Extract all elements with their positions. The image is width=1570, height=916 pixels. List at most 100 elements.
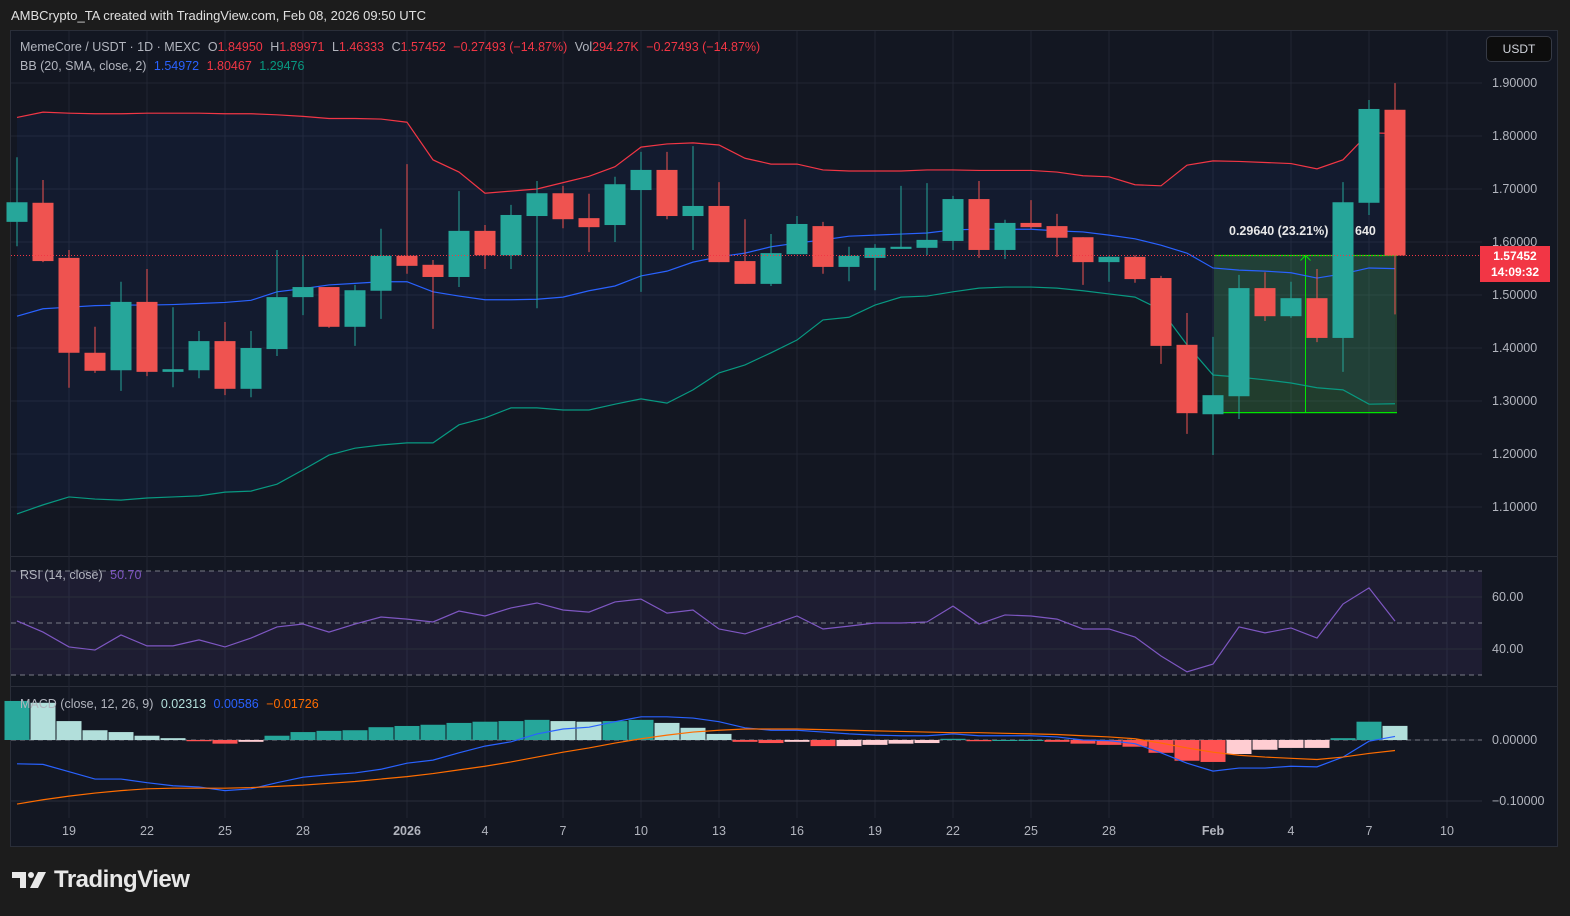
macd-histogram-bar [82, 730, 108, 740]
macd-histogram-bar [1356, 721, 1382, 740]
low-label: L [331, 40, 339, 54]
chart-canvas[interactable]: 19 22 25 28 2026 4 7 10 13 16 19 22 25 28 Feb 4 7 10 1.900… [0, 0, 1570, 916]
candle-body [136, 301, 158, 372]
candle-body [890, 246, 912, 249]
macd-histogram-bar [576, 721, 602, 740]
candle-body [1150, 278, 1172, 346]
candle-body [32, 202, 54, 262]
candle-body [1358, 108, 1380, 203]
tradingview-logo[interactable]: TradingView [12, 866, 190, 894]
time-axis-label: 10 [634, 824, 648, 838]
bb-upper-value: 1.80467 [206, 59, 252, 73]
candle-body [1202, 395, 1224, 415]
time-axis-label: 28 [1102, 824, 1116, 838]
candle-body [1280, 298, 1302, 317]
candle [812, 221, 834, 274]
time-axis-label: 25 [218, 824, 232, 838]
time-axis-label: 4 [1288, 824, 1295, 838]
macd-histogram-bar [654, 722, 680, 740]
candle-body [812, 226, 834, 267]
time-axis-label: 7 [1366, 824, 1373, 838]
macd-histogram-bar [368, 727, 394, 740]
candle-body [994, 222, 1016, 250]
macd-axis-label: 0.00000 [1492, 733, 1537, 747]
macd-legend[interactable]: MACD (close, 12, 26, 9) 0.02313 0.00586 … [20, 697, 323, 711]
open-label: O [207, 40, 218, 54]
macd-histogram-bar [706, 733, 732, 740]
candle-body [214, 341, 236, 389]
price-axis-label: 1.50000 [1492, 288, 1537, 302]
bb-lower-value: 1.29476 [259, 59, 305, 73]
time-axis-label: 22 [946, 824, 960, 838]
time-axis-label: 28 [296, 824, 310, 838]
bb-legend[interactable]: BB (20, SMA, close, 2) 1.54972 1.80467 1… [20, 59, 308, 73]
price-axis-label: 1.90000 [1492, 76, 1537, 90]
candle-body [84, 352, 106, 371]
time-axis-label: 7 [560, 824, 567, 838]
candle-body [474, 230, 496, 256]
macd-histogram-bar [992, 740, 1018, 741]
candle-body [1228, 288, 1250, 397]
time-axis-label: 10 [1440, 824, 1454, 838]
rsi-label: RSI (14, close) [20, 568, 103, 582]
macd-histogram-bar [290, 732, 316, 740]
macd-histogram-bar [446, 722, 472, 740]
price-axis-label: 1.70000 [1492, 182, 1537, 196]
measure-label: 0.29640 (23.21%) [1229, 224, 1328, 238]
time-axis-label: 16 [790, 824, 804, 838]
bb-label: BB (20, SMA, close, 2) [20, 59, 147, 73]
macd-histogram-bar [1330, 738, 1356, 740]
candle-body [578, 218, 600, 228]
candle-body [500, 214, 522, 256]
close-value: 1.57452 [400, 40, 446, 54]
time-axis-label: 4 [482, 824, 489, 838]
time-axis-label: 25 [1024, 824, 1038, 838]
rsi-legend[interactable]: RSI (14, close) 50.70 [20, 568, 145, 582]
macd-value: 0.00586 [213, 697, 259, 711]
macd-histogram-bar [1252, 740, 1278, 750]
macd-histogram-bar [1304, 740, 1330, 748]
candle-body [916, 239, 938, 248]
macd-histogram-bar [862, 740, 888, 745]
candle-body [1020, 222, 1042, 228]
volume-label: Vol [574, 40, 593, 54]
macd-label: MACD (close, 12, 26, 9) [20, 697, 154, 711]
price-change: −0.27493 (−14.87%) [453, 40, 568, 54]
candle-body [110, 301, 132, 371]
candle-body [1332, 202, 1354, 338]
rsi-value: 50.70 [110, 568, 142, 582]
time-axis-label: Feb [1202, 824, 1225, 838]
symbol-legend: MemeCore / USDT · 1D · MEXC O1.84950 H1.… [20, 40, 764, 54]
candle-body [266, 297, 288, 350]
macd-histogram-bar [212, 740, 238, 744]
bb-basis-value: 1.54972 [153, 59, 200, 73]
macd-histogram-bar [420, 724, 446, 740]
candle-body [1176, 344, 1198, 414]
candle-body [1046, 226, 1068, 238]
macd-histogram-bar [1018, 740, 1044, 741]
currency-button[interactable]: USDT [1486, 36, 1552, 62]
macd-histogram-bar [186, 740, 212, 742]
candle-body [630, 169, 652, 191]
high-value: 1.89971 [279, 40, 325, 54]
macd-histogram-bar [758, 740, 784, 744]
macd-histogram-bar [966, 740, 992, 742]
candle-body [1098, 256, 1120, 263]
candle [318, 287, 340, 328]
macd-histogram-bar [56, 721, 82, 740]
candle-body [240, 348, 262, 389]
macd-histogram-bar [264, 735, 290, 740]
candle-body [344, 290, 366, 327]
macd-histogram-bar [238, 740, 264, 742]
candle-body [552, 193, 574, 220]
candle-body [370, 255, 392, 291]
macd-histogram-bar [1278, 740, 1304, 748]
candle-body [1072, 237, 1094, 263]
volume-change: −0.27493 (−14.87%) [646, 40, 761, 54]
candle-body [396, 255, 418, 266]
candle-body [422, 264, 444, 277]
symbol-name[interactable]: MemeCore / USDT · 1D · MEXC [20, 40, 200, 54]
candle-body [656, 169, 678, 217]
volume-value: 294.27K [592, 40, 639, 54]
price-axis-label: 1.20000 [1492, 447, 1537, 461]
